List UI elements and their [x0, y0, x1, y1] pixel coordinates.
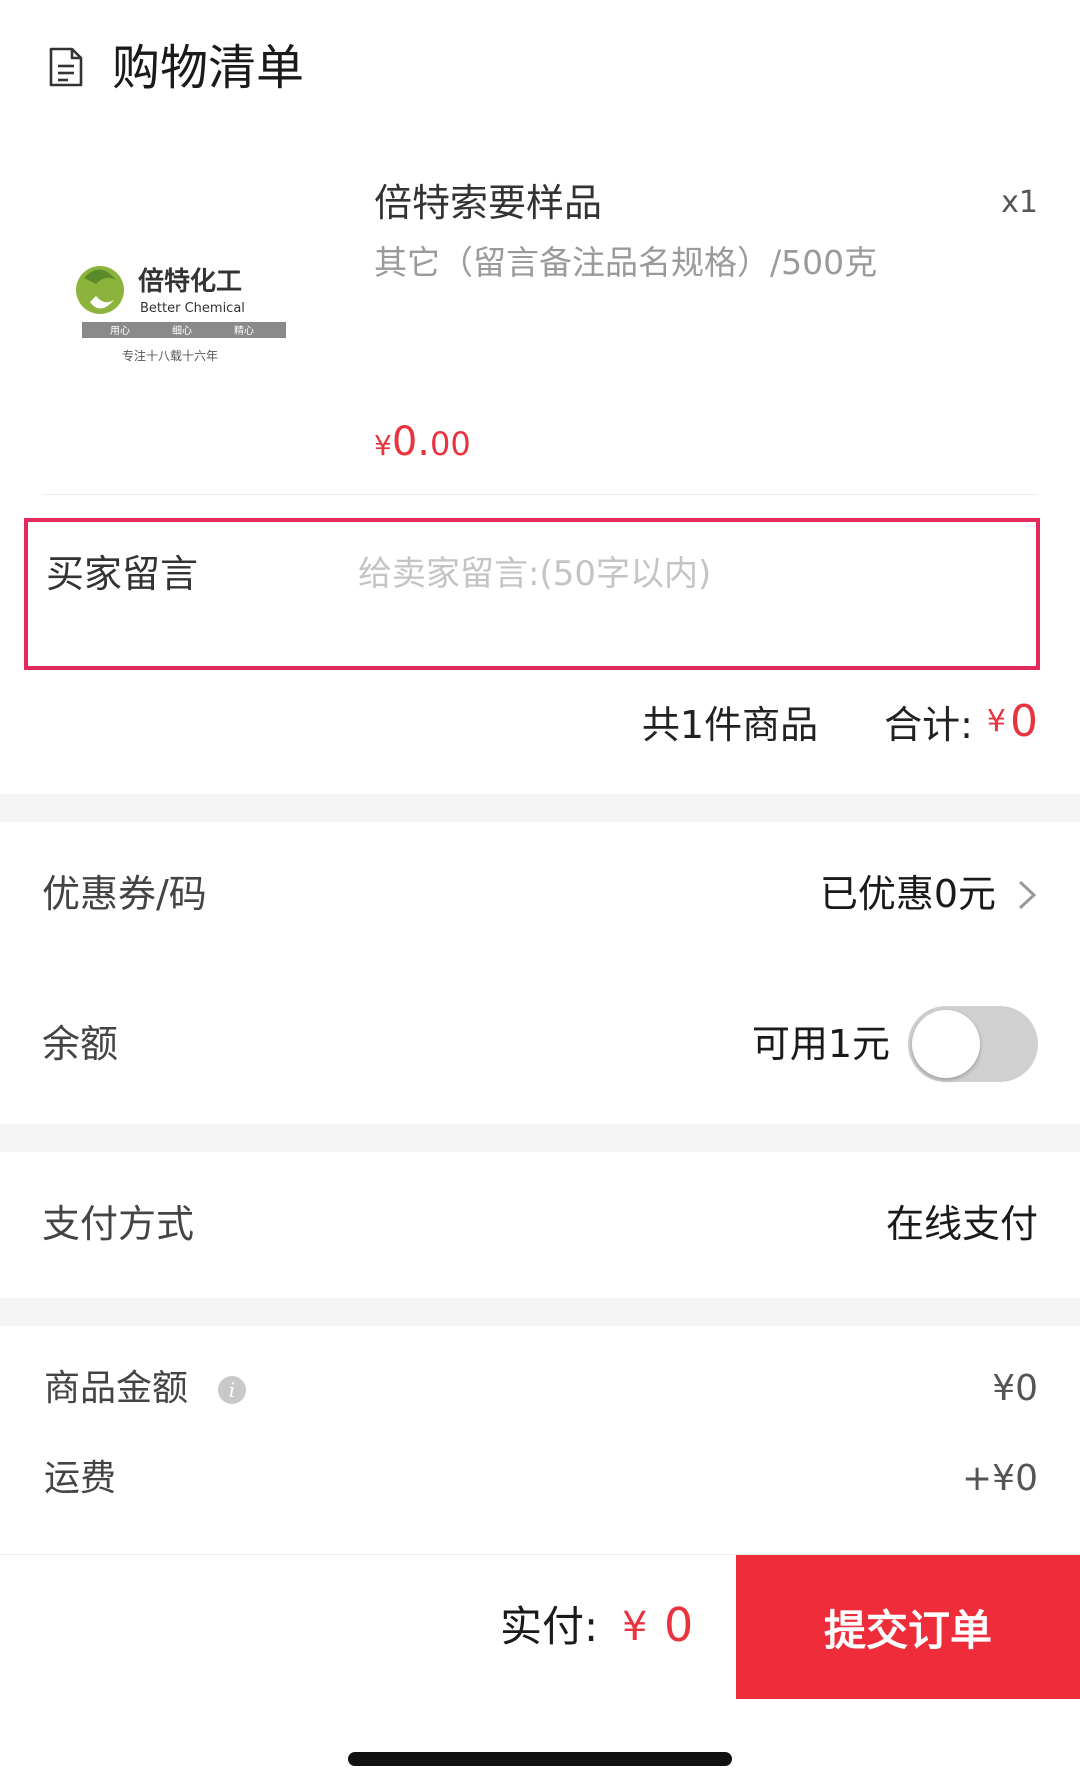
payment-method-label: 支付方式 [42, 1202, 195, 1246]
order-summary: 共1件商品 合计: ¥ 0 [642, 688, 1038, 754]
goods-amount-value: ¥0 [992, 1368, 1038, 1409]
product-price: ¥0.00 [374, 412, 471, 480]
balance-label: 余额 [42, 1022, 119, 1066]
divider [42, 494, 1038, 495]
page-header: 购物清单 [0, 0, 1080, 140]
logo-motto-3: 精心 [234, 324, 254, 337]
pay-symbol: ¥ [622, 1604, 648, 1650]
product-quantity: x1 [1001, 185, 1038, 220]
price-symbol: ¥ [374, 429, 392, 462]
payment-method-row[interactable]: 支付方式 在线支付 [0, 1164, 1080, 1284]
total-amount: 0 [1010, 695, 1038, 747]
shipping-fee-row: 运费 +¥0 [0, 1446, 1080, 1516]
total-symbol: ¥ [986, 703, 1006, 739]
item-count: 共1件商品 [641, 702, 819, 747]
chevron-right-icon [1018, 880, 1037, 910]
price-decimal: 00 [430, 425, 471, 463]
home-indicator [348, 1752, 732, 1766]
pay-label: 实付: [500, 1602, 599, 1651]
balance-toggle[interactable] [908, 1006, 1038, 1082]
section-gap [0, 1298, 1080, 1326]
product-spec: 其它（留言备注品名规格）/500克 [374, 243, 878, 282]
balance-row: 余额 可用1元 [0, 984, 1080, 1104]
logo-tagline: 专注十八载十六年 [122, 348, 218, 363]
pay-amount: 0 [664, 1598, 694, 1652]
brand-logo: 倍特化工 Better Chemical 用心 细心 精心 专注十八载十六年 [76, 266, 286, 363]
shipping-fee-value: +¥0 [962, 1458, 1038, 1499]
submit-order-button[interactable]: 提交订单 [736, 1555, 1080, 1699]
product-name: 倍特索要样品 [374, 181, 603, 225]
document-icon [49, 47, 83, 87]
buyer-message-section: 买家留言 [24, 518, 1040, 670]
toggle-knob [912, 1010, 980, 1078]
balance-value: 可用1元 [751, 1022, 890, 1066]
section-gap [0, 794, 1080, 822]
section-gap [0, 1124, 1080, 1152]
payment-method-value: 在线支付 [885, 1202, 1038, 1246]
buyer-message-input[interactable] [358, 548, 998, 600]
price-integer: 0. [391, 419, 430, 465]
info-icon[interactable]: i [218, 1376, 246, 1404]
checkout-bar: 实付: ¥ 0 提交订单 [0, 1554, 1080, 1699]
logo-motto-2: 细心 [172, 324, 192, 337]
page-title: 购物清单 [112, 40, 305, 96]
coupon-label: 优惠券/码 [42, 872, 207, 916]
product-item[interactable]: 倍特化工 Better Chemical 用心 细心 精心 专注十八载十六年 倍… [0, 140, 1080, 494]
logo-brand-en: Better Chemical [140, 301, 245, 316]
coupon-row[interactable]: 优惠券/码 已优惠0元 [0, 834, 1080, 954]
goods-amount-row: 商品金额 i ¥0 [0, 1356, 1080, 1426]
logo-motto-1: 用心 [110, 325, 130, 337]
coupon-value: 已优惠0元 [819, 872, 996, 916]
total-label: 合计: [884, 702, 973, 747]
shipping-fee-label: 运费 [44, 1458, 117, 1499]
buyer-message-label: 买家留言 [46, 552, 199, 596]
logo-brand-cn: 倍特化工 [138, 266, 242, 297]
goods-amount-label: 商品金额 [44, 1368, 189, 1409]
